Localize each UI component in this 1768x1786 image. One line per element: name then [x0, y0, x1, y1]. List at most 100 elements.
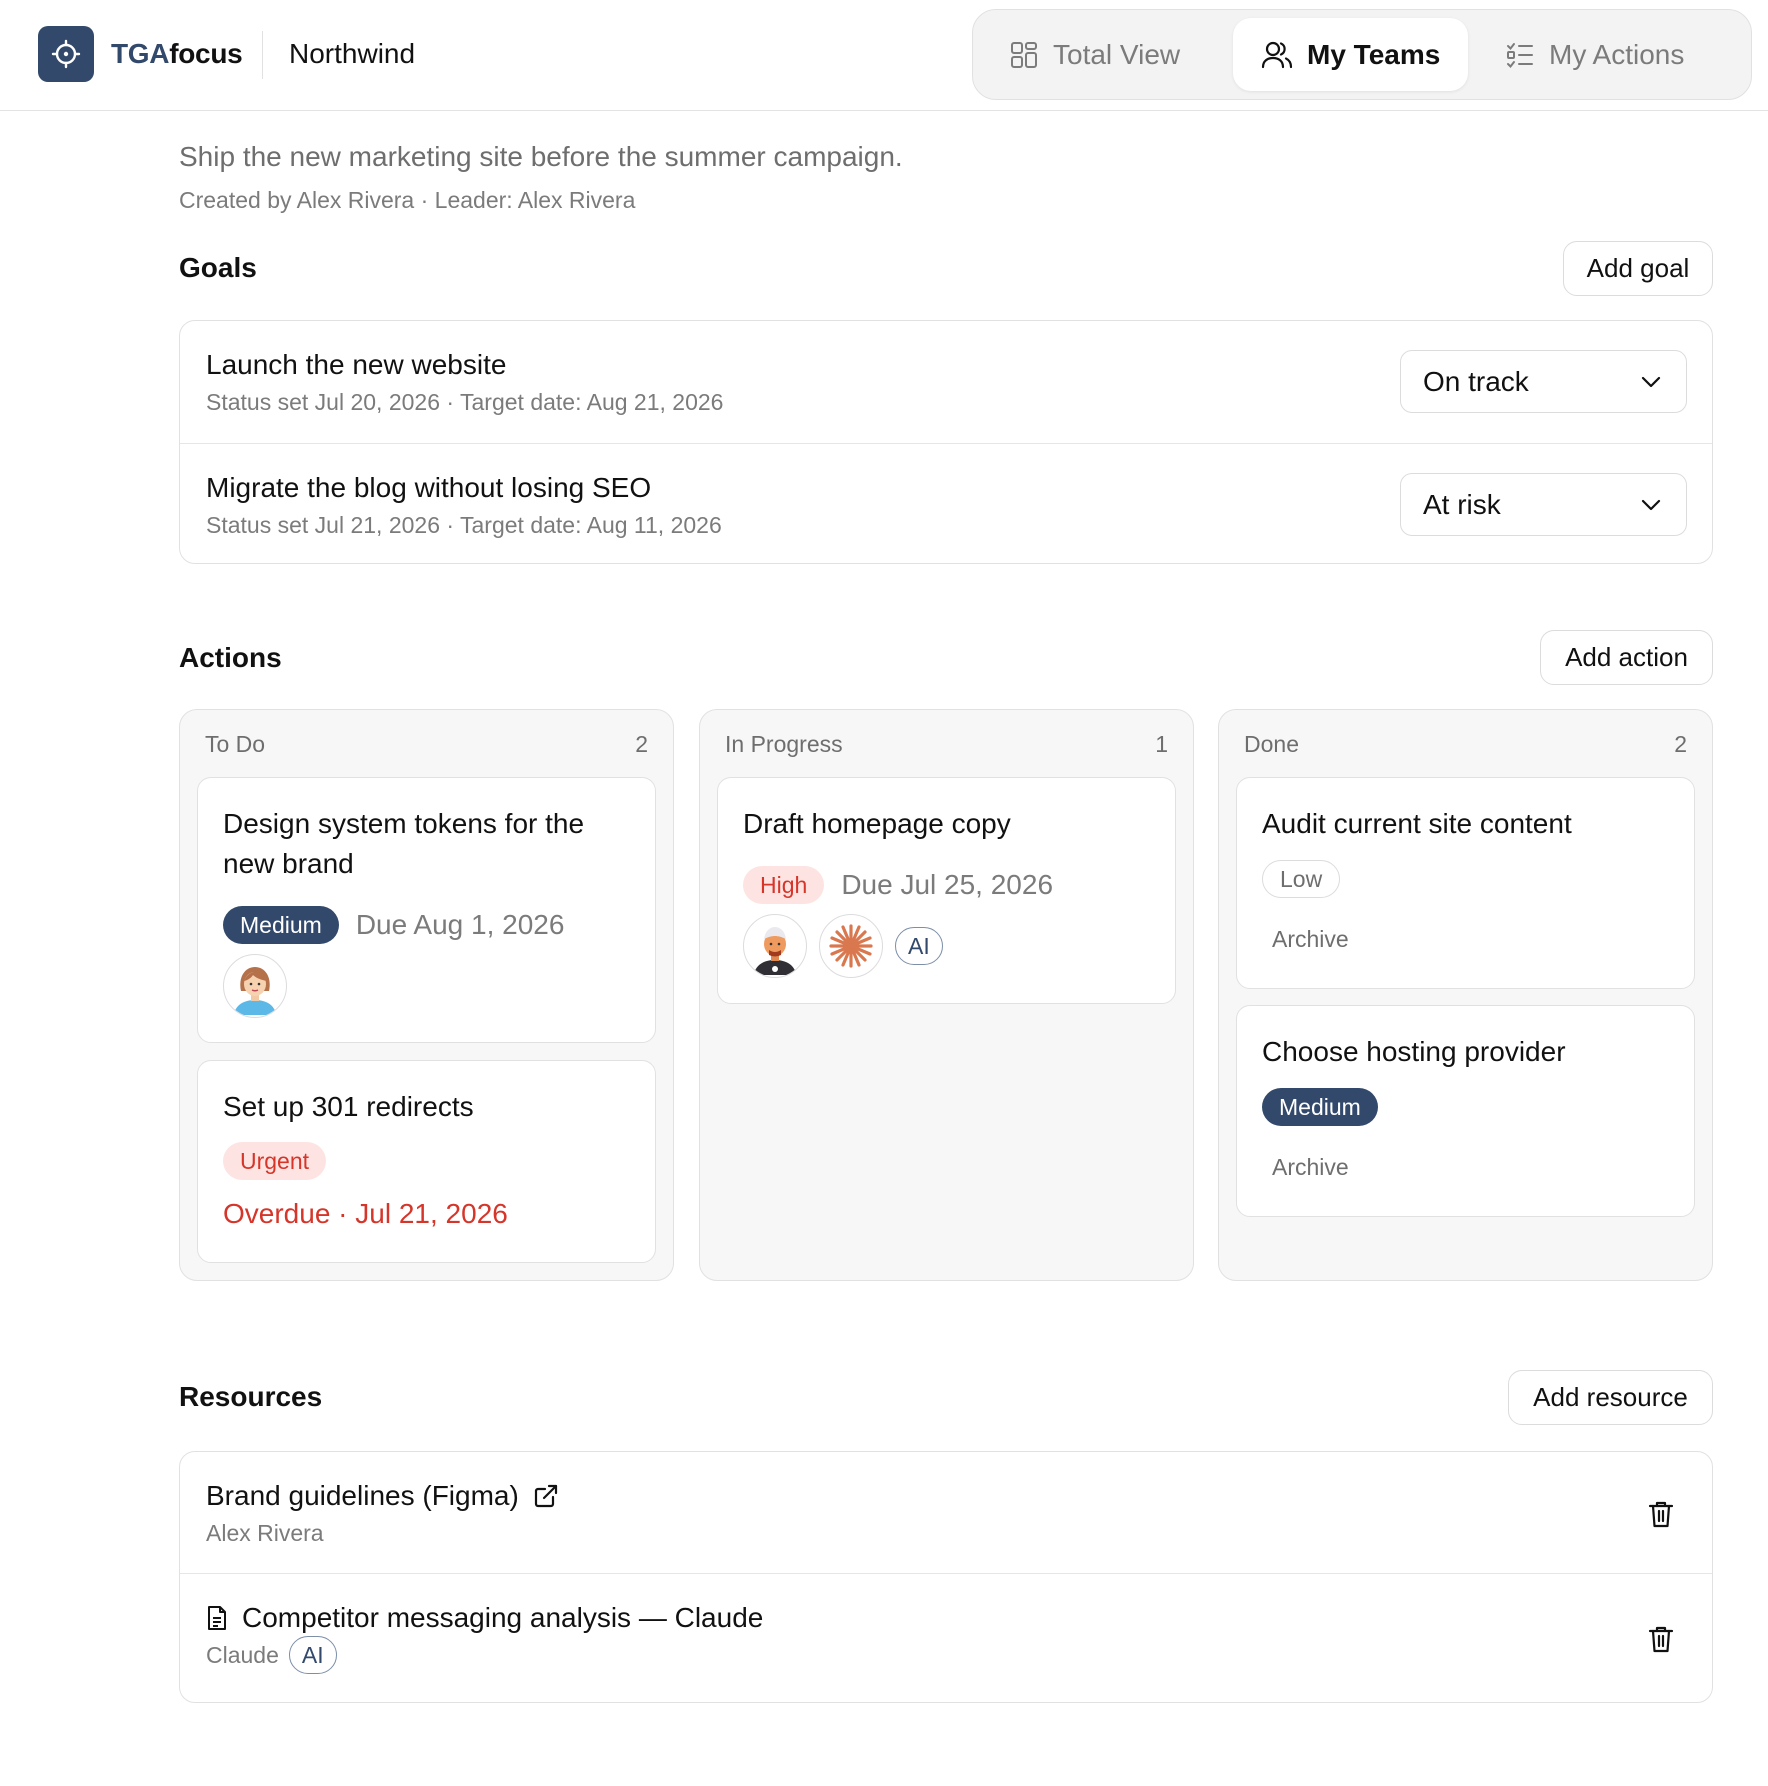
assignees: AI — [743, 914, 943, 978]
priority-badge: Low — [1262, 860, 1341, 898]
ai-badge: AI — [895, 927, 943, 965]
tab-total-view[interactable]: Total View — [981, 18, 1208, 91]
column-in-progress: In Progress 1 Draft homepage copy High D… — [699, 709, 1194, 1281]
archive-action[interactable]: Archive — [1272, 1154, 1349, 1181]
brand-name[interactable]: TGAfocus — [111, 38, 243, 70]
users-icon — [1261, 41, 1293, 68]
action-title: Design system tokens for the new brand — [223, 808, 585, 879]
crosshair-icon — [51, 39, 81, 69]
resources-heading: Resources — [179, 1381, 323, 1412]
column-header: In Progress 1 — [725, 731, 1168, 758]
document-icon — [208, 1606, 226, 1630]
avatar[interactable] — [819, 914, 883, 978]
goal-status-value: On track — [1423, 365, 1529, 397]
assignees — [223, 954, 287, 1018]
action-card[interactable]: Choose hosting provider Medium Archive — [1236, 1005, 1695, 1217]
column-name: In Progress — [725, 731, 843, 757]
action-due: Overdue · Jul 21, 2026 — [223, 1198, 508, 1230]
man-avatar-icon — [754, 927, 796, 975]
column-count: 2 — [1674, 731, 1687, 757]
column-count: 1 — [1155, 731, 1168, 757]
resource-link[interactable]: Brand guidelines (Figma) — [206, 1480, 559, 1512]
goal-title[interactable]: Launch the new website — [206, 349, 506, 381]
add-goal-button[interactable]: Add goal — [1563, 241, 1713, 296]
tab-label: Total View — [1053, 38, 1181, 70]
external-link-icon — [534, 1484, 557, 1508]
goal-subtitle: Status set Jul 20, 2026 · Target date: A… — [206, 389, 724, 415]
column-name: Done — [1244, 731, 1299, 757]
goal-status-value: At risk — [1423, 488, 1501, 520]
action-meta: Medium — [1262, 1088, 1378, 1126]
owner-name: Alex Rivera — [206, 1520, 324, 1546]
goal-title[interactable]: Migrate the blog without losing SEO — [206, 472, 651, 504]
overdue-date: Overdue · Jul 21, 2026 — [223, 1198, 508, 1229]
team-description: Ship the new marketing site before the s… — [179, 141, 903, 172]
priority-badge: Urgent — [223, 1142, 327, 1180]
avatar[interactable] — [743, 914, 807, 978]
goal-subtitle: Status set Jul 21, 2026 · Target date: A… — [206, 512, 722, 538]
tab-label: My Actions — [1549, 38, 1685, 70]
action-card[interactable]: Draft homepage copy High Due Jul 25, 202… — [717, 777, 1176, 1004]
archive-link[interactable]: Archive — [1272, 1154, 1349, 1181]
column-count: 2 — [635, 731, 648, 757]
goal-status-select[interactable]: On track — [1400, 350, 1687, 413]
brand-name-part1: TGA — [111, 38, 170, 69]
column-header: Done 2 — [1244, 731, 1687, 758]
top-bar: TGAfocus Northwind Total View My Teams M… — [0, 0, 1768, 111]
action-meta: Urgent — [223, 1142, 327, 1180]
goal-row: Launch the new website Status set Jul 20… — [180, 321, 1712, 443]
claude-starburst-icon — [829, 924, 873, 968]
action-title: Choose hosting provider — [1262, 1036, 1566, 1067]
resources-list: Brand guidelines (Figma) Alex Rivera Com… — [179, 1451, 1713, 1703]
tab-label: My Teams — [1307, 38, 1441, 70]
column-to-do: To Do 2 Design system tokens for the new… — [179, 709, 674, 1281]
owner-name: Claude — [206, 1641, 279, 1668]
trash-icon[interactable] — [1647, 1624, 1675, 1654]
tab-my-teams[interactable]: My Teams — [1233, 18, 1469, 91]
chevron-down-icon — [1641, 499, 1661, 510]
goal-row: Migrate the blog without losing SEO Stat… — [180, 443, 1712, 563]
brand-name-part2: focus — [169, 38, 243, 69]
actions-heading: Actions — [179, 642, 282, 673]
add-resource-button[interactable]: Add resource — [1508, 1370, 1713, 1425]
resource-title: Brand guidelines (Figma) — [206, 1480, 519, 1511]
chevron-down-icon — [1641, 376, 1661, 387]
divider — [262, 31, 263, 79]
view-switcher: Total View My Teams My Actions — [972, 9, 1752, 100]
due-date: Due Aug 1, 2026 — [355, 909, 565, 940]
action-title: Set up 301 redirects — [223, 1091, 474, 1122]
priority-badge: High — [743, 866, 825, 904]
tab-my-actions[interactable]: My Actions — [1477, 18, 1712, 91]
resource-row: Competitor messaging analysis — Claude C… — [180, 1574, 1712, 1702]
action-title: Audit current site content — [1262, 808, 1572, 839]
priority-badge: Medium — [223, 906, 339, 944]
column-header: To Do 2 — [205, 731, 648, 758]
action-meta: Low — [1262, 860, 1341, 898]
priority-badge: Medium — [1262, 1088, 1378, 1126]
action-meta: High Due Jul 25, 2026 — [743, 866, 1053, 904]
goals-heading: Goals — [179, 252, 257, 283]
checklist-icon — [1507, 42, 1533, 68]
goals-list: Launch the new website Status set Jul 20… — [179, 320, 1713, 564]
due-date: Due Jul 25, 2026 — [841, 869, 1054, 900]
resource-link[interactable]: Competitor messaging analysis — Claude — [206, 1602, 763, 1634]
avatar[interactable] — [223, 954, 287, 1018]
action-card[interactable]: Set up 301 redirects Urgent Overdue · Ju… — [197, 1060, 656, 1263]
action-meta: Medium Due Aug 1, 2026 — [223, 906, 564, 944]
grid-icon — [1011, 41, 1037, 68]
org-name[interactable]: Northwind — [289, 38, 415, 70]
column-done: Done 2 Audit current site content Low Ar… — [1218, 709, 1713, 1281]
action-card[interactable]: Design system tokens for the new brand M… — [197, 777, 656, 1043]
resource-title: Competitor messaging analysis — Claude — [242, 1602, 764, 1633]
logo[interactable] — [38, 26, 94, 82]
trash-icon[interactable] — [1647, 1499, 1675, 1529]
resource-owner: Claude AI — [206, 1636, 337, 1674]
action-card[interactable]: Audit current site content Low Archive — [1236, 777, 1695, 989]
archive-link[interactable]: Archive — [1272, 926, 1349, 953]
archive-action[interactable]: Archive — [1272, 926, 1349, 953]
resource-owner: Alex Rivera — [206, 1520, 324, 1547]
ai-badge: AI — [288, 1636, 337, 1674]
goal-status-select[interactable]: At risk — [1400, 473, 1687, 536]
woman-avatar-icon — [234, 967, 276, 1015]
add-action-button[interactable]: Add action — [1540, 630, 1713, 685]
